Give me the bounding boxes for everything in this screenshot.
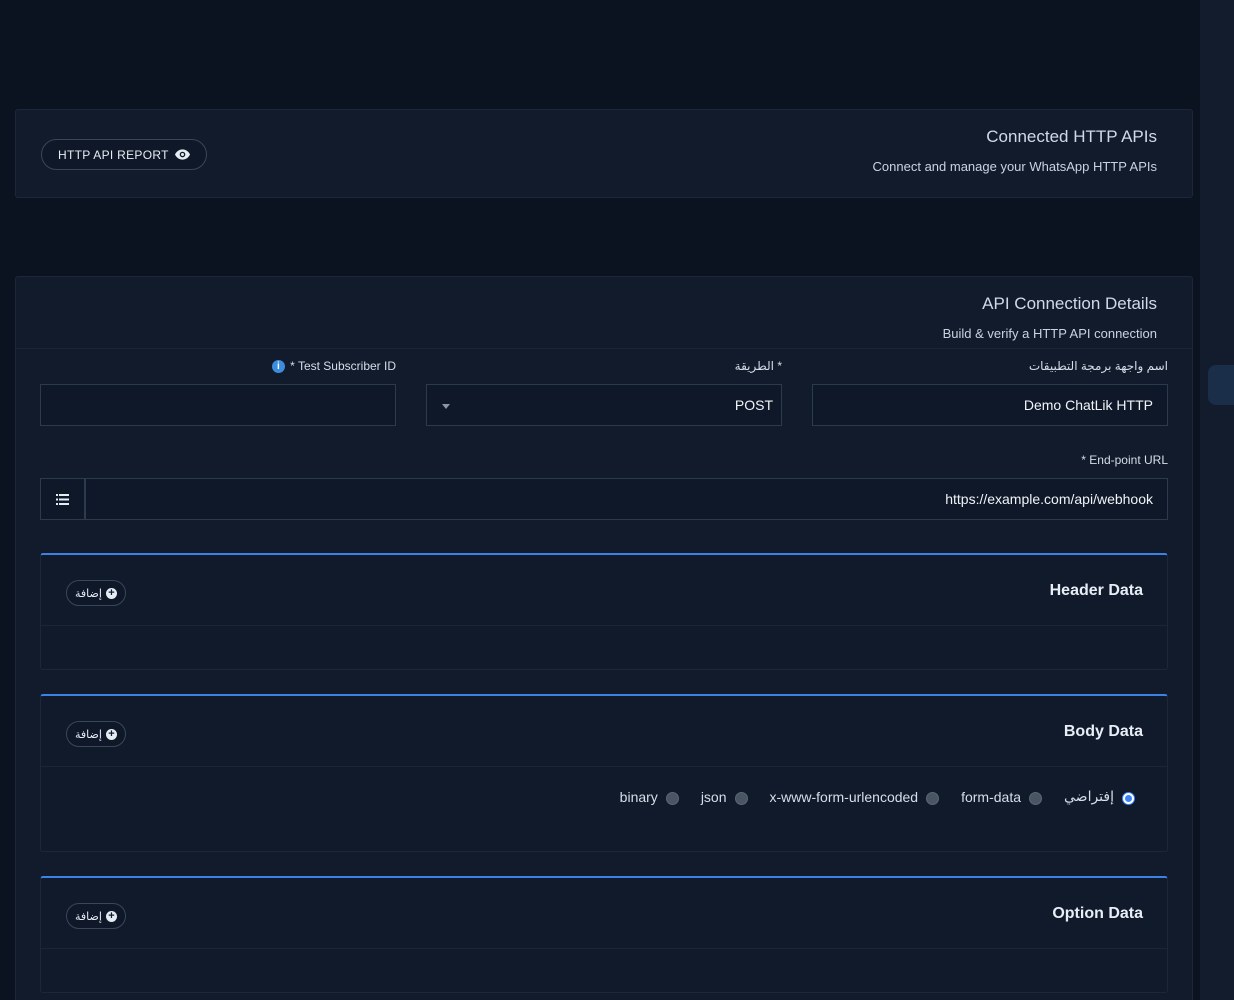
header-divider [16,348,1192,349]
card-title: Connected HTTP APIs [986,127,1157,146]
plus-circle-icon: + [105,910,117,922]
section-title: Option Data [1052,905,1143,922]
subscriber-label: * Test Subscriber ID [290,359,396,373]
radio-urlencoded[interactable]: x-www-form-urlencoded [770,789,948,805]
radio-label: binary [619,788,658,805]
add-header-button[interactable]: إضافة + [66,580,126,606]
section-title: Body Data [1063,723,1143,740]
radio-label: form-data [961,788,1022,805]
radio-default[interactable]: إفتراضي [1064,788,1143,805]
radio-label: إفتراضي [1064,788,1114,804]
radio-json[interactable]: json [701,789,756,805]
radio-binary[interactable]: binary [620,789,687,805]
api-name-input[interactable]: Demo ChatLik HTTP [812,384,1168,426]
right-sidebar-strip [1200,0,1234,1000]
add-label: إضافة [75,910,102,923]
radio-button[interactable] [926,792,940,805]
radio-form-data[interactable]: form-data [961,789,1050,805]
subscriber-id-input[interactable] [40,384,396,426]
section-divider [41,948,1167,949]
connected-apis-card: HTTP API REPORT Connected HTTP APIs Conn… [15,109,1193,198]
radio-button[interactable] [665,792,679,805]
connected-card-header: Connected HTTP APIs Connect and manage y… [873,127,1157,174]
method-label: الطريقة * [734,359,782,373]
card-subtitle: Build & verify a HTTP API connection [942,326,1157,341]
add-option-button[interactable]: إضافة + [66,903,126,929]
api-name-value: Demo ChatLik HTTP [1023,397,1153,413]
option-data-section: إضافة + Option Data [40,876,1168,993]
sidebar-toggle-tab[interactable] [1208,365,1234,405]
api-connection-details-card: API Connection Details Build & verify a … [15,276,1193,1000]
radio-label: x-www-form-urlencoded [769,788,919,805]
radio-button[interactable] [1029,792,1043,805]
section-divider [41,625,1167,626]
caret-down-icon [442,403,450,409]
body-type-radio-group: إفتراضي form-data x-www-form-urlencoded … [620,788,1143,805]
eye-icon [174,149,190,160]
plus-circle-icon: + [105,728,117,740]
endpoint-url-input[interactable]: https://example.com/api/webhook [85,478,1168,520]
add-body-button[interactable]: إضافة + [66,721,126,747]
card-subtitle: Connect and manage your WhatsApp HTTP AP… [872,159,1157,174]
section-title: Header Data [1049,582,1143,599]
endpoint-options-button[interactable] [40,478,85,520]
info-icon[interactable]: i [271,360,285,374]
header-data-section: إضافة + Header Data [40,553,1168,670]
add-label: إضافة [75,587,102,600]
http-api-report-button[interactable]: HTTP API REPORT [41,139,207,170]
api-name-label: اسم واجهة برمجة التطبيقات [1028,359,1168,373]
method-select[interactable]: POST [426,384,782,426]
subscriber-label-wrap: i * Test Subscriber ID [271,359,396,374]
report-button-label: HTTP API REPORT [58,147,169,162]
endpoint-label: * End-point URL [1081,453,1168,467]
plus-circle-icon: + [105,587,117,599]
method-value: POST [734,397,773,413]
add-label: إضافة [75,728,102,741]
body-data-section: إضافة + Body Data إفتراضي form-data x-ww… [40,694,1168,852]
card-title: API Connection Details [982,294,1157,313]
section-divider [41,766,1167,767]
details-card-header: API Connection Details Build & verify a … [943,294,1157,341]
radio-label: json [700,788,727,805]
radio-button[interactable] [734,792,748,805]
endpoint-url-value: https://example.com/api/webhook [945,491,1153,507]
list-icon [56,493,69,505]
radio-button[interactable] [1122,792,1135,805]
